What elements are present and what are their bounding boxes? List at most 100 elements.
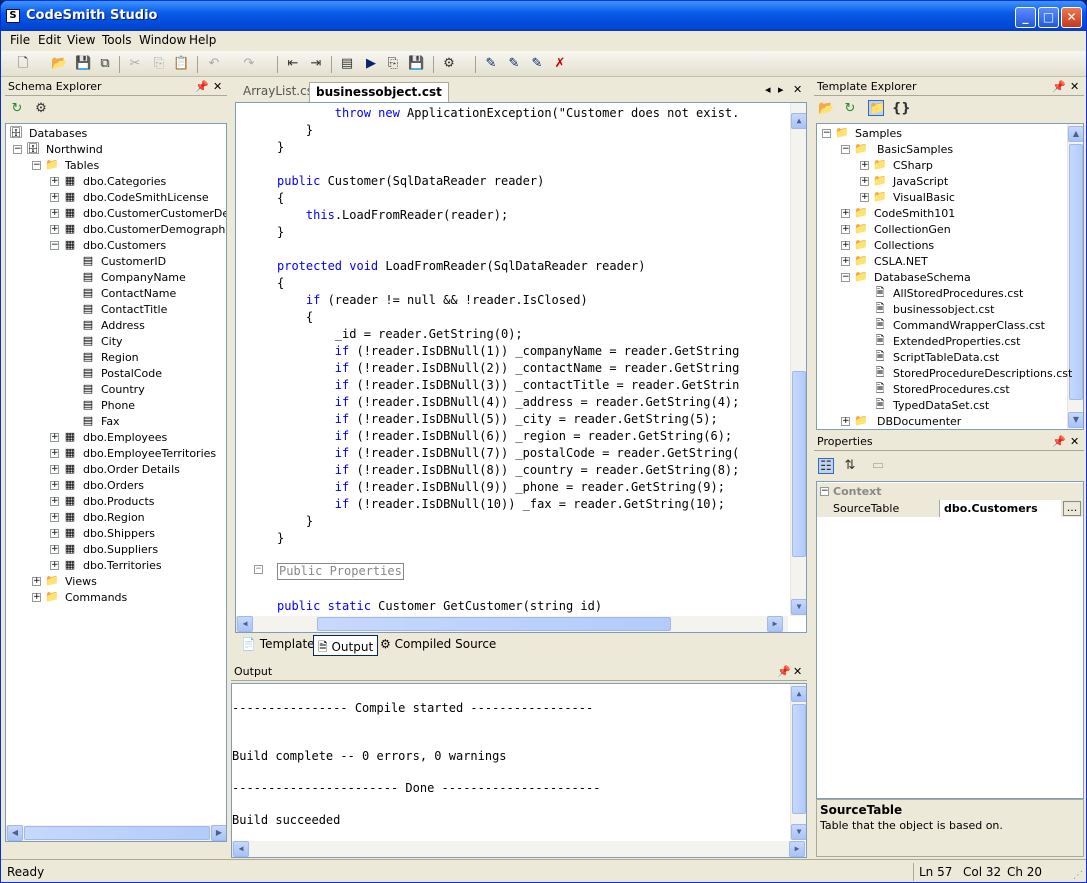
collapse-icon[interactable]: − <box>841 273 850 282</box>
tab-output[interactable]: 🗎 Output <box>313 635 379 656</box>
alphabetical-icon[interactable]: ⇅ <box>842 458 858 474</box>
tree-node-column[interactable]: ▤ City <box>81 334 123 350</box>
redo-icon[interactable]: ↷ <box>241 56 257 72</box>
expand-icon[interactable]: + <box>50 449 59 458</box>
refresh-icon[interactable]: ↻ <box>842 101 858 117</box>
expand-icon[interactable]: + <box>32 593 41 602</box>
menu-view[interactable]: View <box>67 33 95 47</box>
pin-icon[interactable]: 📌 <box>1052 78 1066 96</box>
tree-node-folder[interactable]: + 📁 CollectionGen <box>841 222 951 238</box>
scroll-up-icon[interactable]: ▲ <box>791 113 806 129</box>
scroll-up-icon[interactable]: ▲ <box>791 686 806 702</box>
open-icon[interactable]: 📂 <box>51 56 67 72</box>
horizontal-scrollbar[interactable]: ◀ ▶ <box>6 825 226 841</box>
tree-node-table[interactable]: + ▦ dbo.CustomerDemographics <box>50 222 226 238</box>
tree-node-folder[interactable]: + 📁 CodeSmith101 <box>841 206 955 222</box>
folder-view-icon[interactable]: 📁 <box>868 100 885 116</box>
tree-node-table[interactable]: + ▦ dbo.Shippers <box>50 526 155 542</box>
copy-output-icon[interactable]: ⎘ <box>385 56 401 72</box>
scroll-left-icon[interactable]: ◀ <box>233 841 249 857</box>
expand-icon[interactable]: + <box>841 209 850 218</box>
pin-icon[interactable]: ✎ <box>483 56 499 72</box>
tree-node-folder[interactable]: + 📁 CSLA.NET <box>841 254 928 270</box>
tree-node-column[interactable]: ▤ Region <box>81 350 139 366</box>
scroll-right-icon[interactable]: ▶ <box>211 825 226 841</box>
region-label[interactable]: Public Properties <box>277 563 404 580</box>
menu-tools[interactable]: Tools <box>102 33 132 47</box>
scroll-thumb[interactable] <box>1069 144 1083 400</box>
code-editor[interactable]: throw new ApplicationException("Customer… <box>235 102 807 633</box>
expand-icon[interactable]: + <box>50 465 59 474</box>
tree-node-tables[interactable]: − 📁 Tables <box>32 158 99 174</box>
properties-icon[interactable]: ⚙ <box>33 101 49 117</box>
expand-icon[interactable]: + <box>50 513 59 522</box>
tree-node-table[interactable]: + ▦ dbo.Territories <box>50 558 162 574</box>
tree-node-column[interactable]: ▤ CustomerID <box>81 254 166 270</box>
menu-window[interactable]: Window <box>139 33 186 47</box>
pin-next-icon[interactable]: ✎ <box>506 56 522 72</box>
expand-icon[interactable]: + <box>50 433 59 442</box>
title-bar[interactable]: S CodeSmith Studio _ □ ✕ <box>1 1 1086 31</box>
close-icon[interactable]: ✕ <box>213 78 222 96</box>
collapse-icon[interactable]: − <box>822 129 831 138</box>
save-output-icon[interactable]: 💾 <box>408 56 424 72</box>
tree-node-table[interactable]: + ▦ dbo.Orders <box>50 478 144 494</box>
region-expand-icon[interactable]: − <box>254 565 263 574</box>
tab-businessobject[interactable]: businessobject.cst <box>309 82 449 102</box>
tree-node-views[interactable]: + 📁 Views <box>32 574 97 590</box>
tree-node-column[interactable]: ▤ Fax <box>81 414 120 430</box>
tree-node-column[interactable]: ▤ Address <box>81 318 145 334</box>
close-button[interactable]: ✕ <box>1061 7 1082 28</box>
tree-node-template-file[interactable]: 🗎 StoredProcedures.cst <box>873 382 1010 398</box>
pin-icon[interactable]: 📌 <box>195 78 209 96</box>
tab-compiled-source[interactable]: ⚙ Compiled Source <box>380 637 496 651</box>
tree-node-databases[interactable]: 🗄 Databases <box>9 126 87 142</box>
expand-icon[interactable]: + <box>841 257 850 266</box>
code-view-icon[interactable]: {} <box>892 101 911 117</box>
tree-node-folder[interactable]: + 📁 Collections <box>841 238 934 254</box>
pin-prev-icon[interactable]: ✎ <box>529 56 545 72</box>
save-all-icon[interactable]: ⧉ <box>97 56 113 72</box>
tree-node-table[interactable]: + ▦ dbo.Employees <box>50 430 167 446</box>
tree-node-template-file[interactable]: 🗎 AllStoredProcedures.cst <box>873 286 1024 302</box>
clear-pins-icon[interactable]: ✗ <box>552 56 568 72</box>
menu-help[interactable]: Help <box>189 33 216 47</box>
property-row-sourcetable[interactable]: SourceTable dbo.Customers ... <box>817 500 1083 517</box>
tree-node-template-file[interactable]: 🗎 ExtendedProperties.cst <box>873 334 1021 350</box>
editor-vertical-scrollbar[interactable]: ▲ ▼ <box>790 103 806 616</box>
open-folder-icon[interactable]: 📂 <box>818 101 834 117</box>
scroll-up-icon[interactable]: ▲ <box>1068 126 1083 142</box>
tree-node-template-file[interactable]: 🗎 ScriptTableData.cst <box>873 350 1000 366</box>
expand-icon[interactable]: + <box>841 241 850 250</box>
browse-button[interactable]: ... <box>1063 501 1081 516</box>
expand-icon[interactable]: + <box>50 193 59 202</box>
menu-file[interactable]: File <box>10 33 30 47</box>
scroll-right-icon[interactable]: ▶ <box>789 841 805 857</box>
expand-icon[interactable]: + <box>50 225 59 234</box>
scroll-down-icon[interactable]: ▼ <box>1068 412 1083 428</box>
category-row[interactable]: − Context <box>817 483 1083 500</box>
output-text[interactable]: ---------------- Compile started -------… <box>231 683 807 858</box>
save-icon[interactable]: 💾 <box>75 56 91 72</box>
collapse-icon[interactable]: − <box>841 145 850 154</box>
new-file-icon[interactable]: 🗋 <box>15 56 31 72</box>
expand-icon[interactable]: + <box>841 417 850 426</box>
expand-icon[interactable]: + <box>50 529 59 538</box>
paste-icon[interactable]: 📋 <box>173 56 189 72</box>
editor-horizontal-scrollbar[interactable]: ◀ ▶ <box>236 616 788 632</box>
output-horizontal-scrollbar[interactable]: ◀ ▶ <box>232 841 806 857</box>
tree-node-table[interactable]: +▦dbo.CustomerCustomerDemo <box>50 206 226 222</box>
menu-edit[interactable]: Edit <box>38 33 61 47</box>
expand-icon[interactable]: + <box>50 177 59 186</box>
collapse-icon[interactable]: − <box>32 161 41 170</box>
expand-icon[interactable]: + <box>50 545 59 554</box>
scroll-right-icon[interactable]: ▶ <box>767 616 783 632</box>
scroll-down-icon[interactable]: ▼ <box>791 824 806 840</box>
property-pages-icon[interactable]: ▭ <box>870 458 886 474</box>
tree-node-commands[interactable]: + 📁 Commands <box>32 590 127 606</box>
expand-icon[interactable]: + <box>860 177 869 186</box>
expand-icon[interactable]: + <box>50 497 59 506</box>
tree-node-column[interactable]: ▤ ContactTitle <box>81 302 168 318</box>
tab-template[interactable]: 📄 Template <box>241 637 315 651</box>
close-tab-icon[interactable]: ✕ <box>793 83 802 96</box>
